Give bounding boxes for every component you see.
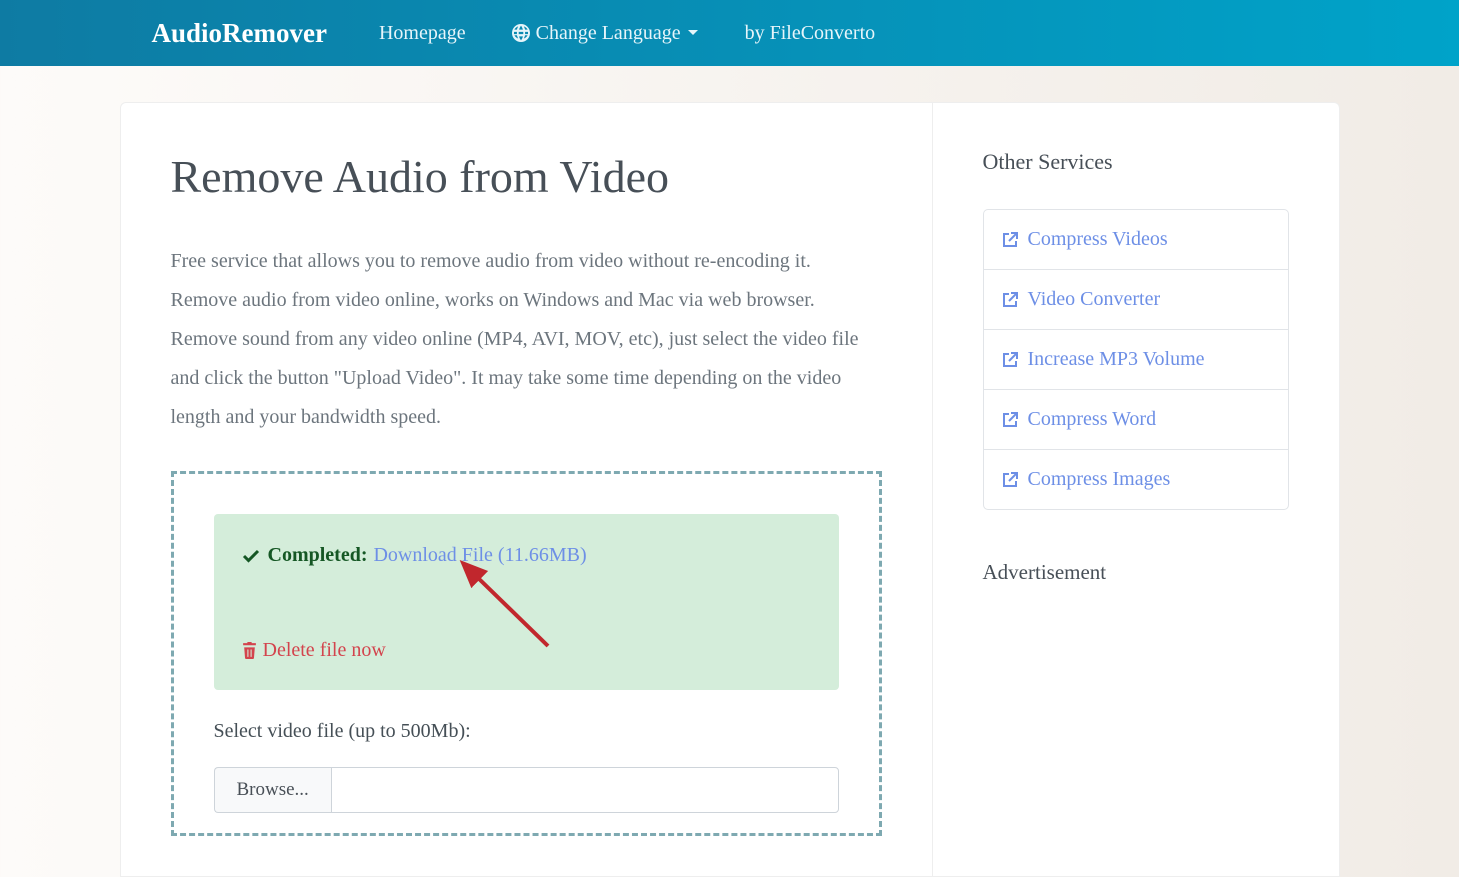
service-label: Compress Videos bbox=[1028, 228, 1168, 251]
upload-dropzone: Completed: Download File (11.66MB) Delet… bbox=[171, 471, 882, 836]
brand-logo[interactable]: AudioRemover bbox=[152, 18, 327, 49]
delete-file-link[interactable]: Delete file now bbox=[242, 639, 386, 662]
nav-homepage[interactable]: Homepage bbox=[379, 22, 466, 45]
content-card: Remove Audio from Video Free service tha… bbox=[120, 102, 1340, 877]
annotation-arrow bbox=[460, 560, 570, 660]
file-path-field[interactable] bbox=[331, 767, 839, 813]
download-file-link[interactable]: Download File (11.66MB) bbox=[373, 544, 586, 567]
service-link-video-converter[interactable]: Video Converter bbox=[984, 270, 1288, 330]
service-label: Increase MP3 Volume bbox=[1028, 348, 1205, 371]
external-link-icon bbox=[1002, 292, 1018, 308]
service-link-compress-videos[interactable]: Compress Videos bbox=[984, 210, 1288, 270]
external-link-icon bbox=[1002, 232, 1018, 248]
trash-icon bbox=[242, 642, 257, 659]
service-link-compress-word[interactable]: Compress Word bbox=[984, 390, 1288, 450]
advertisement-heading: Advertisement bbox=[983, 560, 1289, 585]
sidebar-column: Other Services Compress Videos Video Con… bbox=[933, 103, 1339, 876]
completed-label: Completed: bbox=[268, 544, 368, 567]
nav-change-language[interactable]: Change Language bbox=[506, 22, 705, 45]
other-services-list: Compress Videos Video Converter Increase… bbox=[983, 209, 1289, 510]
service-label: Video Converter bbox=[1028, 288, 1161, 311]
external-link-icon bbox=[1002, 412, 1018, 428]
check-icon bbox=[242, 549, 260, 563]
nav-by-fileconverto[interactable]: by FileConverto bbox=[745, 22, 876, 45]
caret-down-icon bbox=[687, 29, 699, 37]
external-link-icon bbox=[1002, 472, 1018, 488]
service-label: Compress Word bbox=[1028, 408, 1157, 431]
service-link-compress-images[interactable]: Compress Images bbox=[984, 450, 1288, 509]
external-link-icon bbox=[1002, 352, 1018, 368]
page-title: Remove Audio from Video bbox=[171, 149, 882, 204]
service-label: Compress Images bbox=[1028, 468, 1171, 491]
globe-icon bbox=[512, 24, 530, 42]
service-link-increase-mp3-volume[interactable]: Increase MP3 Volume bbox=[984, 330, 1288, 390]
navbar: AudioRemover Homepage Change Language by… bbox=[0, 0, 1459, 66]
delete-file-label: Delete file now bbox=[263, 639, 386, 662]
page-description: Free service that allows you to remove a… bbox=[171, 242, 882, 437]
completed-line: Completed: Download File (11.66MB) bbox=[242, 544, 811, 567]
main-column: Remove Audio from Video Free service tha… bbox=[121, 103, 933, 876]
sidebar-heading: Other Services bbox=[983, 149, 1289, 175]
browse-button[interactable]: Browse... bbox=[214, 767, 331, 813]
success-alert: Completed: Download File (11.66MB) Delet… bbox=[214, 514, 839, 690]
navbar-inner: AudioRemover Homepage Change Language by… bbox=[80, 18, 1380, 49]
file-input-row: Browse... bbox=[214, 767, 839, 813]
select-video-label: Select video file (up to 500Mb): bbox=[214, 720, 839, 743]
nav-change-language-label: Change Language bbox=[536, 22, 681, 45]
